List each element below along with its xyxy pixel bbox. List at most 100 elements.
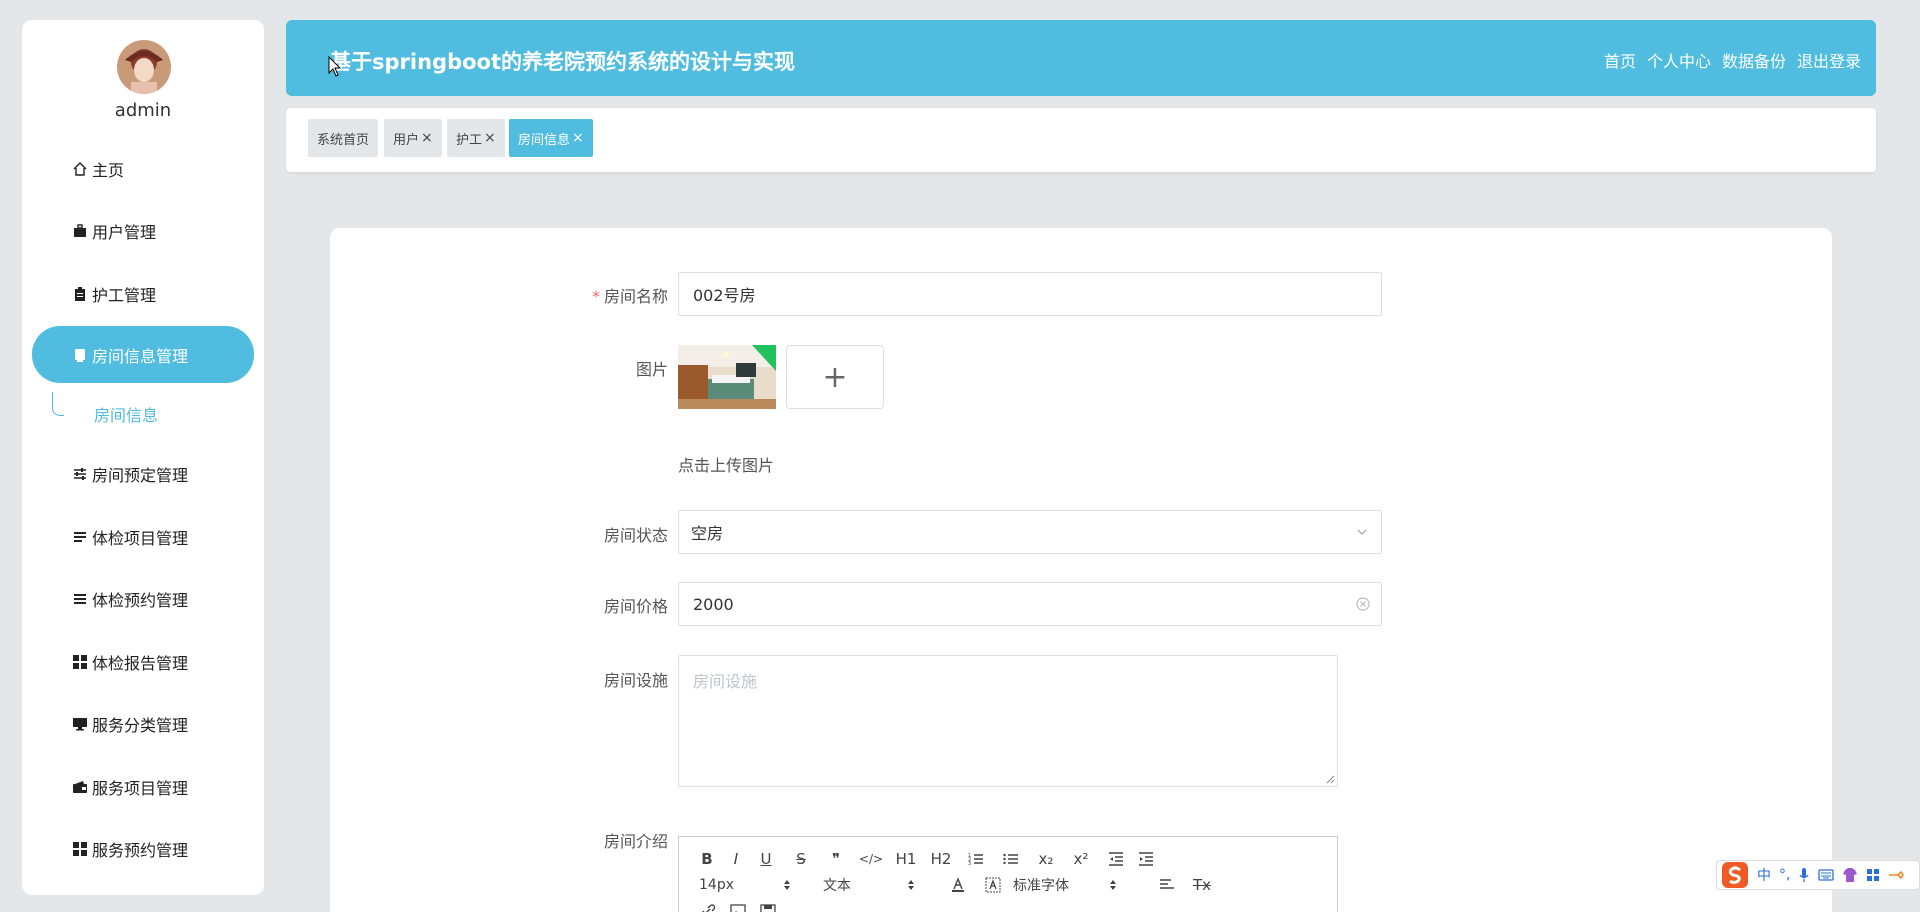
indent-button[interactable] xyxy=(1131,847,1161,871)
code-button[interactable]: </> xyxy=(851,847,891,871)
sidebar-item-user-management[interactable]: 用户管理 xyxy=(32,202,254,259)
image-icon xyxy=(730,904,746,912)
sidebar-item-room-info-management[interactable]: 房间信息管理 xyxy=(32,326,254,383)
skin-icon[interactable] xyxy=(1842,867,1858,883)
briefcase-icon xyxy=(72,223,88,239)
align-button[interactable] xyxy=(1147,873,1187,897)
sidebar-item-checkup-report-management[interactable]: 体检报告管理 xyxy=(32,633,254,690)
bold-button[interactable]: B xyxy=(693,847,721,871)
tab-label: 护工 xyxy=(456,132,483,148)
sogou-logo-icon[interactable] xyxy=(1721,861,1749,889)
tab-label: 房间信息 xyxy=(518,132,571,148)
nav-logout-link[interactable]: 退出登录 xyxy=(1797,48,1861,72)
room-status-select[interactable]: 空房 xyxy=(678,510,1382,554)
ime-mode-chinese[interactable]: 中 xyxy=(1757,865,1771,885)
tab-room-info[interactable]: 房间信息 × xyxy=(509,119,593,157)
sidebar-item-label: 体检报告管理 xyxy=(92,653,189,673)
h2-button[interactable]: H2 xyxy=(921,847,961,871)
close-icon[interactable]: × xyxy=(421,130,433,146)
indent-icon xyxy=(1139,852,1153,866)
updown-arrows-icon xyxy=(1110,880,1116,890)
tab-system-home[interactable]: 系统首页 xyxy=(308,119,379,157)
ordered-list-button[interactable]: 123 xyxy=(961,847,991,871)
sidebar-item-service-booking-management[interactable]: 服务预约管理 xyxy=(32,820,254,877)
strike-button[interactable]: S xyxy=(781,847,821,871)
image-button[interactable] xyxy=(723,899,753,912)
home-icon xyxy=(72,161,88,177)
video-button[interactable] xyxy=(753,899,783,912)
sidebar-item-label: 房间信息管理 xyxy=(92,346,189,366)
text-type-select[interactable]: 文本 xyxy=(823,873,915,897)
room-form-card: * 房间名称 002号房 图片 + 点击上传图片 房间状态 空房 房间价格 200… xyxy=(330,228,1832,912)
room-image-thumbnail[interactable] xyxy=(678,345,776,409)
sidebar-item-nurse-management[interactable]: 护工管理 xyxy=(32,265,254,322)
close-icon[interactable]: × xyxy=(572,130,584,146)
image-label: 图片 xyxy=(635,360,668,379)
ordered-list-icon: 123 xyxy=(968,853,983,866)
sidebar-item-label: 服务预约管理 xyxy=(92,840,189,860)
mouse-cursor-icon xyxy=(328,56,342,77)
tab-nurse[interactable]: 护工 × xyxy=(447,119,505,157)
sidebar-item-home[interactable]: 主页 xyxy=(32,140,254,197)
avatar[interactable] xyxy=(117,40,171,94)
submenu-connector xyxy=(52,392,64,416)
link-icon xyxy=(702,904,716,912)
header-nav: 首页 个人中心 数据备份 退出登录 xyxy=(1604,48,1861,72)
grid-icon xyxy=(72,841,88,857)
system-title: 基于springboot的养老院预约系统的设计与实现 xyxy=(330,50,795,74)
bullet-list-button[interactable] xyxy=(991,847,1031,871)
bullet-list-icon xyxy=(1003,853,1018,865)
font-size-select[interactable]: 14px xyxy=(699,873,791,897)
sidebar-item-checkup-item-management[interactable]: 体检项目管理 xyxy=(32,508,254,565)
keyboard-icon[interactable] xyxy=(1818,869,1835,881)
sliders-icon xyxy=(72,466,88,482)
room-name-input[interactable]: 002号房 xyxy=(678,272,1382,316)
sidebar-item-service-category-management[interactable]: 服务分类管理 xyxy=(32,695,254,752)
editor-toolbar-row-2: 14px 文本 标准字体 Tx xyxy=(699,873,1217,897)
underline-button[interactable]: U xyxy=(751,847,781,871)
monitor-icon xyxy=(72,716,88,732)
video-icon xyxy=(760,904,776,912)
h1-button[interactable]: H1 xyxy=(891,847,921,871)
wallet-icon xyxy=(72,779,88,795)
ime-punctuation[interactable]: °, xyxy=(1779,867,1790,883)
clear-circle-icon[interactable] xyxy=(1355,596,1371,612)
submenu-item-label: 房间信息 xyxy=(94,406,159,425)
sidebar-item-service-item-management[interactable]: 服务项目管理 xyxy=(32,758,254,815)
sidebar-item-label: 用户管理 xyxy=(92,222,157,242)
shortcut-icon[interactable] xyxy=(1888,868,1905,882)
background-color-button[interactable] xyxy=(973,873,1013,897)
font-color-button[interactable] xyxy=(943,873,973,897)
sidebar-item-checkup-booking-management[interactable]: 体检预约管理 xyxy=(32,570,254,627)
tab-user[interactable]: 用户 × xyxy=(384,119,442,157)
outdent-button[interactable] xyxy=(1101,847,1131,871)
sidebar-item-label: 服务分类管理 xyxy=(92,715,189,735)
microphone-icon[interactable] xyxy=(1798,867,1810,883)
list-icon xyxy=(72,529,88,545)
font-family-select[interactable]: 标准字体 xyxy=(1013,873,1117,897)
clear-format-button[interactable]: Tx xyxy=(1187,873,1217,897)
sidebar-item-room-booking-management[interactable]: 房间预定管理 xyxy=(32,445,254,502)
facilities-textarea[interactable]: 房间设施 xyxy=(678,655,1338,787)
nav-home-link[interactable]: 首页 xyxy=(1604,48,1636,72)
align-left-icon xyxy=(1160,879,1174,889)
link-button[interactable] xyxy=(693,899,723,912)
toolbox-grid-icon[interactable] xyxy=(1866,868,1880,882)
subscript-button[interactable]: x₂ xyxy=(1031,847,1061,871)
italic-button[interactable]: I xyxy=(721,847,751,871)
nav-backup-link[interactable]: 数据备份 xyxy=(1722,48,1786,72)
chevron-down-icon xyxy=(1357,529,1367,535)
quote-button[interactable]: ❞ xyxy=(821,847,851,871)
nav-profile-link[interactable]: 个人中心 xyxy=(1647,48,1711,72)
editor-toolbar-row-3 xyxy=(693,899,783,912)
room-price-input[interactable]: 2000 xyxy=(678,582,1382,626)
intro-rich-editor[interactable]: B I U S ❞ </> H1 H2 123 x₂ x² 14px 文本 标准… xyxy=(678,836,1338,912)
image-upload-button[interactable]: + xyxy=(786,345,884,409)
resize-handle-icon[interactable] xyxy=(1325,774,1335,784)
updown-arrows-icon xyxy=(784,880,790,890)
superscript-button[interactable]: x² xyxy=(1061,847,1101,871)
sidebar-item-label: 主页 xyxy=(92,160,125,180)
close-icon[interactable]: × xyxy=(484,130,496,146)
submenu-item-room-info[interactable]: 房间信息 xyxy=(52,392,252,432)
room-price-label: 房间价格 xyxy=(603,597,668,616)
